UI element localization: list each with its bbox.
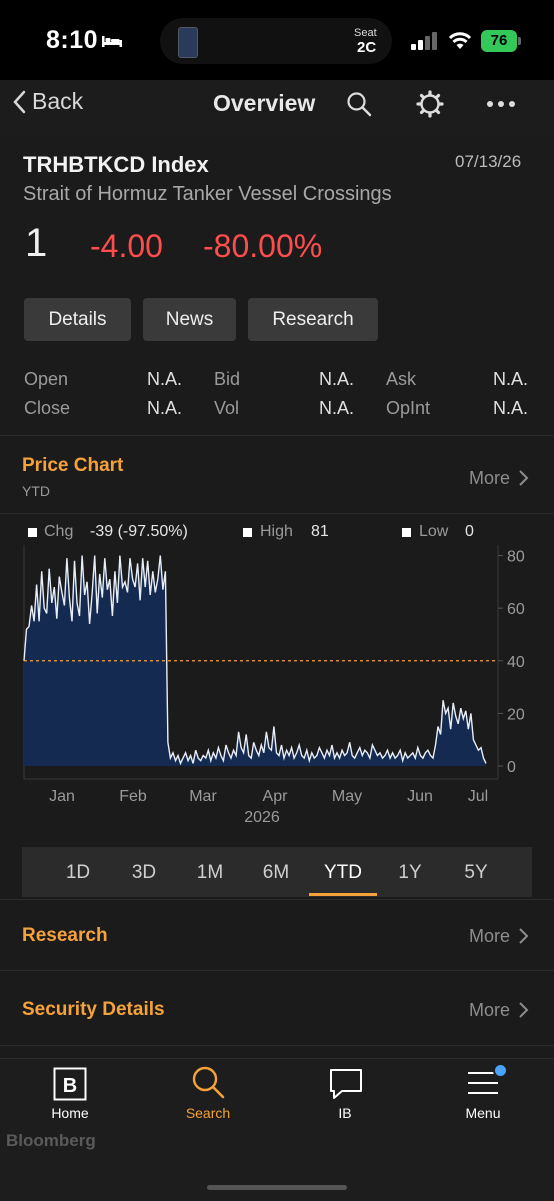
x-tick-label: Apr [263, 788, 289, 805]
legend-marker [28, 528, 37, 537]
range-5y[interactable]: 5Y [446, 862, 506, 884]
y-tick-label: 40 [507, 654, 525, 671]
opint-value: N.A. [492, 398, 528, 418]
svg-text:B: B [63, 1075, 77, 1097]
wifi-icon [448, 32, 472, 49]
gear-icon[interactable] [416, 90, 444, 118]
tab-news[interactable]: News [143, 298, 236, 341]
x-year-label: 2026 [244, 809, 280, 825]
bloomberg-watermark: Bloomberg [6, 1131, 96, 1150]
close-label: Close [24, 398, 71, 418]
chevron-right-icon [519, 470, 529, 486]
chevron-right-icon [519, 928, 529, 944]
range-1y[interactable]: 1Y [380, 862, 440, 884]
x-tick-label: Jun [407, 788, 433, 805]
ask-label: Ask [386, 369, 417, 389]
x-tick-label: May [332, 788, 362, 805]
more-label: More [469, 468, 511, 488]
price-chart-period: YTD [22, 483, 50, 499]
bid-label: Bid [214, 369, 241, 389]
x-tick-label: Jan [49, 788, 75, 805]
last-price: 1 [25, 221, 48, 265]
search-icon[interactable] [190, 1064, 226, 1100]
x-tick-label: Feb [119, 788, 147, 805]
back-button[interactable]: Back [12, 88, 83, 115]
vol-value: N.A. [318, 398, 354, 418]
bloomberg-b-icon: B [53, 1067, 87, 1101]
search-icon[interactable] [346, 91, 372, 117]
quote-date: 07/13/26 [455, 152, 522, 171]
home-indicator [207, 1185, 347, 1190]
legend-low-value: 0 [465, 523, 474, 540]
y-tick-label: 60 [507, 601, 525, 618]
legend-high-label: High [260, 523, 293, 540]
vol-label: Vol [214, 398, 240, 418]
status-time: 8:10 [46, 26, 99, 54]
bid-value: N.A. [318, 369, 354, 389]
x-tick-label: Jul [468, 788, 488, 805]
research-section-title[interactable]: Research [22, 925, 108, 947]
legend-low-label: Low [419, 523, 449, 540]
menu-tab-label[interactable]: Menu [438, 1105, 528, 1121]
security-ticker: TRHBTKCD Index [23, 152, 209, 177]
legend-chg-value: -39 (-97.50%) [90, 523, 188, 540]
battery-indicator: 76 [481, 30, 517, 52]
close-value: N.A. [146, 398, 182, 418]
percent-change: -80.00% [203, 228, 323, 264]
boarding-pass-icon [178, 27, 198, 58]
security-details-title[interactable]: Security Details [22, 999, 165, 1021]
range-ytd[interactable]: YTD [313, 862, 373, 884]
chevron-right-icon [519, 1002, 529, 1018]
back-label: Back [32, 88, 84, 114]
open-value: N.A. [146, 369, 182, 389]
net-change: -4.00 [90, 228, 163, 264]
seat-value: 2C [357, 39, 377, 56]
search-tab-label[interactable]: Search [163, 1105, 253, 1121]
security-details-more-link[interactable]: More [469, 1000, 510, 1021]
page-title: Overview [213, 90, 316, 116]
selected-range-underline [309, 893, 377, 896]
security-description: Strait of Hormuz Tanker Vessel Crossings [23, 183, 392, 205]
range-1d[interactable]: 1D [48, 862, 108, 884]
y-tick-label: 0 [507, 759, 516, 776]
chevron-left-icon [13, 90, 26, 113]
legend-high-value: 81 [311, 523, 329, 540]
divider [0, 435, 554, 436]
legend-marker [243, 528, 252, 537]
x-tick-label: Mar [189, 788, 217, 805]
notification-badge [493, 1063, 508, 1078]
divider [0, 1045, 554, 1046]
home-tab[interactable]: B [53, 1067, 87, 1101]
more-icon[interactable] [486, 100, 516, 108]
range-6m[interactable]: 6M [246, 862, 306, 884]
opint-label: OpInt [386, 398, 431, 418]
tab-research[interactable]: Research [248, 298, 378, 341]
price-chart-more-link[interactable]: More [469, 468, 510, 489]
legend-chg-label: Chg [44, 523, 74, 540]
y-tick-label: 80 [507, 549, 525, 566]
sleep-bed-icon [102, 36, 122, 47]
home-tab-label[interactable]: Home [25, 1105, 115, 1121]
battery-cap [518, 37, 521, 45]
price-chart-title: Price Chart [22, 455, 124, 476]
ask-value: N.A. [492, 369, 528, 389]
range-1m[interactable]: 1M [180, 862, 240, 884]
open-label: Open [24, 369, 69, 389]
cellular-signal-icon [411, 32, 437, 50]
legend-marker [402, 528, 411, 537]
tab-details[interactable]: Details [24, 298, 131, 341]
divider [0, 899, 554, 900]
ib-tab-label[interactable]: IB [300, 1105, 390, 1121]
research-more-link[interactable]: More [469, 926, 510, 947]
chat-bubble-icon[interactable] [328, 1067, 364, 1101]
seat-label: Seat [354, 27, 377, 39]
divider [0, 513, 554, 514]
range-3d[interactable]: 3D [114, 862, 174, 884]
divider [0, 970, 554, 971]
y-tick-label: 20 [507, 706, 525, 723]
price-chart[interactable]: 80 60 40 20 0 Jan Feb Mar Apr May Jun Jul 2026 [0, 545, 554, 825]
